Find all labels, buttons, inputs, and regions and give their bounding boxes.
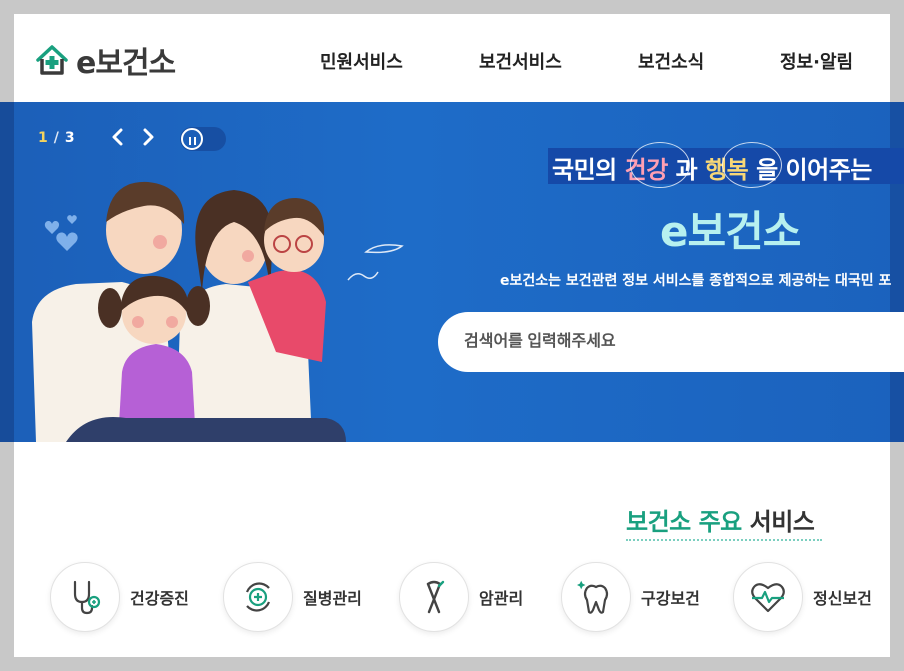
main-nav: 민원서비스 보건서비스 보건소식 정보·알림 xyxy=(14,48,890,74)
heart-pulse-icon xyxy=(751,583,785,613)
services-title: 보건소 주요 서비스 xyxy=(626,502,815,537)
nav-info-notice[interactable]: 정보·알림 xyxy=(780,48,853,74)
medical-cross-cycle-icon xyxy=(245,582,271,612)
cancer-ribbon-icon xyxy=(426,580,445,614)
hero-headline: 국민의 건강 과 행복 을 이어주는 xyxy=(552,150,872,185)
services-title-rest: 서비스 xyxy=(741,508,815,536)
service-label: 암관리 xyxy=(479,589,524,608)
service-cancer-care[interactable]: 암관리 xyxy=(399,562,523,632)
services-title-underline xyxy=(626,539,822,541)
service-label: 질병관리 xyxy=(303,589,362,608)
hero-brand: e보건소 xyxy=(660,207,801,256)
site-header: e보건소 민원서비스 보건서비스 보건소식 정보·알림 xyxy=(14,14,890,102)
headline-pre: 국민의 xyxy=(552,156,625,184)
service-icon-circle xyxy=(50,562,120,632)
pause-icon xyxy=(181,128,203,150)
nav-health-news[interactable]: 보건소식 xyxy=(638,48,704,74)
chevron-right-icon xyxy=(143,128,154,146)
service-icon-circle xyxy=(223,562,293,632)
service-icon-circle xyxy=(399,562,469,632)
hero-banner: 1 / 3 국민의 건강 과 행복 을 이어주는 e보건소 e보건소는 보건관련 정… xyxy=(0,102,904,442)
services-title-accent: 보건소 주요 xyxy=(626,508,742,536)
service-oral-health[interactable]: 구강보건 xyxy=(561,562,700,632)
pause-slide-button[interactable] xyxy=(180,127,226,151)
search-box xyxy=(438,312,904,372)
slide-separator: / xyxy=(53,130,59,146)
prev-slide-peek[interactable] xyxy=(0,102,14,442)
hero-subtitle: e보건소는 보건관련 정보 서비스를 종합적으로 제공하는 대국민 포 xyxy=(500,273,892,289)
search-input[interactable] xyxy=(464,330,864,354)
service-icon-circle xyxy=(561,562,631,632)
service-mental-health[interactable]: 정신보건 xyxy=(733,562,872,632)
nav-civil-service[interactable]: 민원서비스 xyxy=(320,48,403,74)
service-label: 정신보건 xyxy=(813,589,872,608)
slide-total: 3 xyxy=(64,130,75,146)
service-health-promotion[interactable]: 건강증진 xyxy=(50,562,189,632)
decor-ring xyxy=(722,142,782,188)
stethoscope-icon xyxy=(73,580,101,615)
slide-current: 1 xyxy=(38,130,48,146)
nav-health-service[interactable]: 보건서비스 xyxy=(479,48,562,74)
next-slide-button[interactable] xyxy=(138,126,158,148)
service-label: 건강증진 xyxy=(130,589,189,608)
service-icon-circle xyxy=(733,562,803,632)
service-label: 구강보건 xyxy=(641,589,700,608)
service-disease-control[interactable]: 질병관리 xyxy=(223,562,362,632)
chevron-left-icon xyxy=(112,128,123,146)
page: e보건소 민원서비스 보건서비스 보건소식 정보·알림 1 / 3 국민의 건강 과… xyxy=(0,14,904,657)
tooth-icon xyxy=(577,580,609,614)
prev-slide-button[interactable] xyxy=(108,126,128,148)
decor-ring xyxy=(630,142,690,188)
family-illustration xyxy=(32,181,404,442)
slide-pager: 1 / 3 xyxy=(38,130,75,146)
